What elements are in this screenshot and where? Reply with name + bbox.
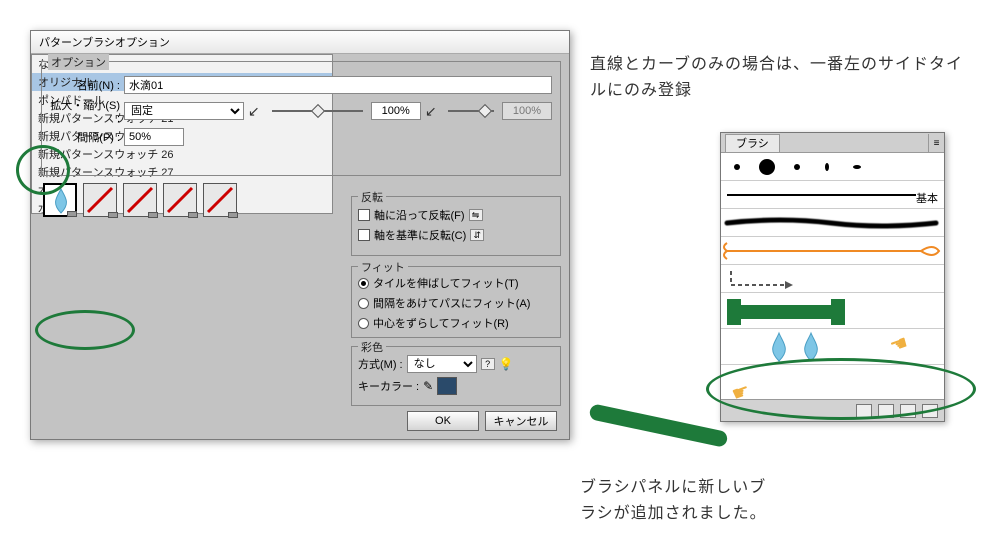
- flip-origin-checkbox[interactable]: [358, 229, 370, 241]
- flip-group: 反転 軸に沿って反転(F) ⇋ 軸を基準に反転(C) ⇵: [351, 196, 561, 256]
- orange-art-brush-icon: [721, 237, 944, 265]
- tile-side[interactable]: [43, 183, 77, 217]
- eyedropper-icon[interactable]: ✎: [423, 379, 433, 393]
- fit-center-label: 中心をずらしてフィット(R): [373, 315, 509, 331]
- brush-row[interactable]: [721, 265, 944, 293]
- charcoal-brush-icon: [721, 209, 944, 237]
- panel-menu-icon[interactable]: ≡: [928, 134, 944, 152]
- panel-tabbar: ブラシ ≡: [721, 133, 944, 153]
- dialog-title: パターンブラシオプション: [31, 31, 569, 54]
- keycolor-label: キーカラー :: [358, 378, 419, 394]
- scale-select[interactable]: 固定: [124, 102, 244, 120]
- fit-group: フィット タイルを伸ばしてフィット(T) 間隔をあけてパスにフィット(A) 中心…: [351, 266, 561, 338]
- cancel-button[interactable]: キャンセル: [485, 411, 557, 431]
- scale-slider[interactable]: [272, 110, 363, 112]
- dialog-buttons: OK キャンセル: [407, 411, 557, 431]
- ok-button[interactable]: OK: [407, 411, 479, 431]
- brush-row[interactable]: [721, 237, 944, 265]
- remove-stroke-icon[interactable]: [856, 404, 872, 418]
- brush-row[interactable]: [721, 209, 944, 237]
- flip-legend: 反転: [358, 189, 386, 205]
- brush-row[interactable]: [721, 153, 944, 181]
- tile-inner-corner[interactable]: [123, 183, 157, 217]
- fit-center-radio[interactable]: [358, 318, 369, 329]
- tile-end[interactable]: [203, 183, 237, 217]
- flip-axis-label: 軸に沿って反転(F): [374, 207, 465, 223]
- scale-left-pct[interactable]: 100%: [371, 102, 421, 120]
- annotation-top: 直線とカーブのみの場合は、一番左のサイドタイルにのみ登録: [590, 52, 980, 103]
- brush-row-new[interactable]: [721, 329, 944, 365]
- fit-stretch-label: タイルを伸ばしてフィット(T): [373, 275, 519, 291]
- bulb-icon[interactable]: 💡: [499, 357, 514, 371]
- tips-icon[interactable]: ?: [481, 358, 495, 370]
- basic-line-icon: [721, 181, 944, 209]
- spacing-label: 間隔(P) :: [50, 129, 120, 145]
- tile-outer-corner[interactable]: [83, 183, 117, 217]
- basic-label: 基本: [916, 190, 938, 206]
- dashed-brush-icon: [721, 265, 944, 293]
- annotation-bottom: ブラシパネルに新しいブ ラシが追加されました。: [580, 475, 880, 526]
- magnifier-handle: [588, 403, 728, 448]
- panel-footer: [721, 399, 944, 421]
- spacing-input[interactable]: [124, 128, 184, 146]
- options-legend: オプション: [48, 54, 109, 70]
- flip-axis-checkbox[interactable]: [358, 209, 370, 221]
- name-label: 名前(N) :: [50, 77, 120, 93]
- trash-icon[interactable]: [922, 404, 938, 418]
- flip-origin-label: 軸を基準に反転(C): [374, 227, 466, 243]
- scale-slider-2[interactable]: [448, 110, 494, 112]
- round-brushes-icon: [721, 153, 944, 181]
- flip-along-icon: ⇋: [469, 209, 483, 221]
- fit-stretch-radio[interactable]: [358, 278, 369, 289]
- method-label: 方式(M) :: [358, 356, 403, 372]
- brushes-panel: ブラシ ≡ 基本: [720, 132, 945, 422]
- options-group: オプション 名前(N) : 拡大・縮小(S) : 固定 ↘ 100% ↘: [41, 61, 561, 176]
- options-icon[interactable]: [878, 404, 894, 418]
- keycolor-swatch[interactable]: [437, 377, 457, 395]
- fit-legend: フィット: [358, 259, 408, 275]
- pattern-brush-options-dialog: パターンブラシオプション オプション 名前(N) : 拡大・縮小(S) : 固定…: [30, 30, 570, 440]
- brush-row[interactable]: [721, 293, 944, 329]
- scale-label: 拡大・縮小(S) :: [50, 97, 120, 125]
- teardrop-brush-icon: [721, 329, 944, 365]
- brushes-tab[interactable]: ブラシ: [725, 134, 780, 152]
- name-input[interactable]: [124, 76, 552, 94]
- flip-across-icon: ⇵: [470, 229, 484, 241]
- brush-row[interactable]: 基本: [721, 181, 944, 209]
- colorize-group: 彩色 方式(M) : なし ? 💡 キーカラー : ✎: [351, 346, 561, 406]
- tile-start[interactable]: [163, 183, 197, 217]
- slider-start-icon: ↘: [248, 103, 260, 120]
- new-brush-icon[interactable]: [900, 404, 916, 418]
- fit-space-radio[interactable]: [358, 298, 369, 309]
- method-select[interactable]: なし: [407, 355, 477, 373]
- tile-row: [43, 183, 237, 217]
- slider-mid-icon: ↘: [425, 103, 437, 120]
- green-blocks-brush-icon: [721, 293, 944, 329]
- panel-body: 基本: [721, 153, 944, 399]
- fit-space-label: 間隔をあけてパスにフィット(A): [373, 295, 530, 311]
- scale-right-pct: 100%: [502, 102, 552, 120]
- color-legend: 彩色: [358, 339, 386, 355]
